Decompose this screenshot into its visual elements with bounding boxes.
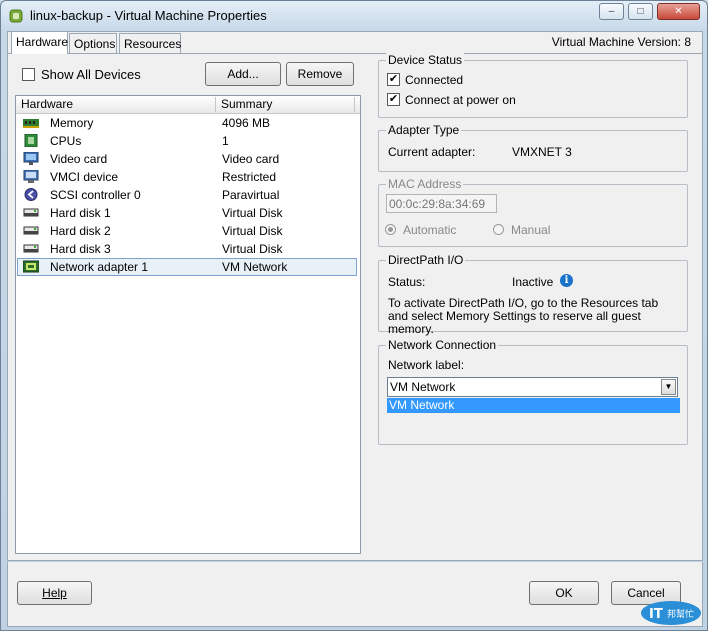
dialog-footer: Help OK Cancel [7, 562, 703, 627]
mac-address-field[interactable]: 00:0c:29:8a:34:69 [386, 194, 497, 213]
hardware-name: Memory [50, 116, 94, 130]
column-hardware[interactable]: Hardware [21, 97, 73, 111]
disk-icon [23, 226, 39, 235]
column-summary[interactable]: Summary [221, 97, 272, 111]
svg-text:邦幫忙: 邦幫忙 [667, 608, 694, 620]
hardware-summary: Virtual Disk [222, 224, 283, 238]
window-title: linux-backup - Virtual Machine Propertie… [30, 8, 267, 23]
network-label-select[interactable]: VM Network ▼ [387, 377, 678, 397]
hardware-name: Network adapter 1 [50, 260, 149, 274]
vmci-icon [23, 170, 39, 183]
hardware-name: Video card [50, 152, 108, 166]
mac-address-group: MAC Address 00:0c:29:8a:34:69 Automatic … [378, 177, 688, 247]
hardware-summary: Paravirtual [222, 188, 280, 202]
hardware-summary: Video card [222, 152, 280, 166]
hardware-name: Hard disk 1 [50, 206, 111, 220]
hardware-summary: Virtual Disk [222, 242, 283, 256]
list-item[interactable]: Hard disk 1 Virtual Disk [17, 204, 357, 222]
network-connection-legend: Network Connection [386, 338, 499, 352]
hardware-summary: Restricted [222, 170, 277, 184]
minimize-button[interactable]: – [599, 3, 624, 20]
hardware-summary: 1 [222, 134, 229, 148]
disk-icon [23, 208, 39, 217]
hardware-summary: Virtual Disk [222, 206, 283, 220]
show-all-devices-label: Show All Devices [41, 67, 141, 82]
directpath-status-label: Status: [388, 275, 426, 289]
network-label-caption: Network label: [388, 358, 465, 372]
hardware-name: SCSI controller 0 [50, 188, 141, 202]
current-adapter-label: Current adapter: [388, 145, 476, 159]
monitor-icon [23, 152, 39, 165]
adapter-type-group: Adapter Type Current adapter: VMXNET 3 [378, 123, 688, 172]
properties-window: linux-backup - Virtual Machine Propertie… [0, 0, 708, 631]
tab-hardware[interactable]: Hardware [11, 31, 68, 54]
help-button[interactable]: Help [17, 581, 92, 605]
help-label: Help [42, 586, 67, 600]
hardware-list[interactable]: Hardware Summary Memory 4096 MB CPUs 1 V… [15, 95, 361, 554]
adapter-type-legend: Adapter Type [386, 123, 462, 137]
cpu-icon [24, 134, 38, 147]
add-device-button[interactable]: Add... [205, 62, 281, 86]
vm-icon [9, 9, 23, 23]
hardware-name: VMCI device [50, 170, 119, 184]
close-button[interactable]: ✕ [657, 3, 700, 20]
show-all-devices-checkbox[interactable] [22, 68, 35, 81]
network-connection-group: Network Connection Network label: VM Net… [378, 338, 688, 445]
directpath-legend: DirectPath I/O [386, 253, 466, 267]
list-item[interactable]: Hard disk 3 Virtual Disk [17, 240, 357, 258]
connect-at-power-on-checkbox[interactable]: ✔ [387, 93, 400, 106]
list-item[interactable]: SCSI controller 0 Paravirtual [17, 186, 357, 204]
list-item[interactable]: CPUs 1 [17, 132, 357, 150]
connected-label: Connected [405, 73, 464, 87]
mac-address-legend: MAC Address [386, 177, 464, 191]
directpath-group: DirectPath I/O Status: Inactive i To act… [378, 253, 688, 336]
tab-options[interactable]: Options [69, 33, 117, 53]
list-item[interactable]: Video card Video card [17, 150, 357, 168]
directpath-status-value: Inactive [512, 275, 554, 289]
hardware-summary: 4096 MB [222, 116, 271, 130]
disk-icon [23, 244, 39, 253]
maximize-button[interactable]: □ [628, 3, 653, 20]
hardware-name: Hard disk 3 [50, 242, 111, 256]
tab-divider [8, 53, 702, 54]
list-header: Hardware Summary [16, 96, 360, 114]
device-status-group: Device Status ✔ Connected ✔ Connect at p… [378, 53, 688, 118]
ok-button[interactable]: OK [529, 581, 599, 605]
list-item[interactable]: Memory 4096 MB [17, 114, 357, 132]
hardware-name: CPUs [50, 134, 82, 148]
dropdown-option[interactable]: VM Network [387, 398, 680, 413]
automatic-label: Automatic [403, 223, 457, 237]
list-item[interactable]: Hard disk 2 Virtual Disk [17, 222, 357, 240]
watermark-logo: IT 邦幫忙 [641, 598, 705, 626]
content-panel: Hardware Options Resources Virtual Machi… [7, 31, 703, 561]
memory-icon [23, 119, 39, 128]
remove-device-button[interactable]: Remove [286, 62, 354, 86]
tab-resources[interactable]: Resources [119, 33, 181, 53]
list-item[interactable]: VMCI device Restricted [17, 168, 357, 186]
network-adapter-icon [23, 260, 39, 273]
info-icon[interactable]: i [560, 274, 573, 287]
list-item-selected[interactable]: Network adapter 1 VM Network [17, 258, 357, 276]
title-bar[interactable]: linux-backup - Virtual Machine Propertie… [1, 1, 707, 31]
chevron-down-icon[interactable]: ▼ [661, 379, 676, 395]
current-adapter-value: VMXNET 3 [512, 145, 572, 159]
vm-version-label: Virtual Machine Version: 8 [551, 35, 691, 49]
manual-label: Manual [511, 223, 551, 237]
device-status-legend: Device Status [386, 53, 465, 67]
hardware-name: Hard disk 2 [50, 224, 111, 238]
directpath-note: To activate DirectPath I/O, go to the Re… [388, 296, 659, 336]
column-divider [354, 97, 355, 112]
automatic-radio[interactable] [385, 224, 396, 235]
column-divider [215, 97, 216, 112]
svg-text:IT: IT [649, 607, 663, 622]
network-label-selected-value: VM Network [390, 380, 456, 394]
connect-at-power-on-label: Connect at power on [405, 93, 516, 107]
hardware-summary: VM Network [222, 260, 288, 274]
manual-radio[interactable] [493, 224, 504, 235]
connected-checkbox[interactable]: ✔ [387, 73, 400, 86]
scsi-icon [24, 188, 38, 201]
